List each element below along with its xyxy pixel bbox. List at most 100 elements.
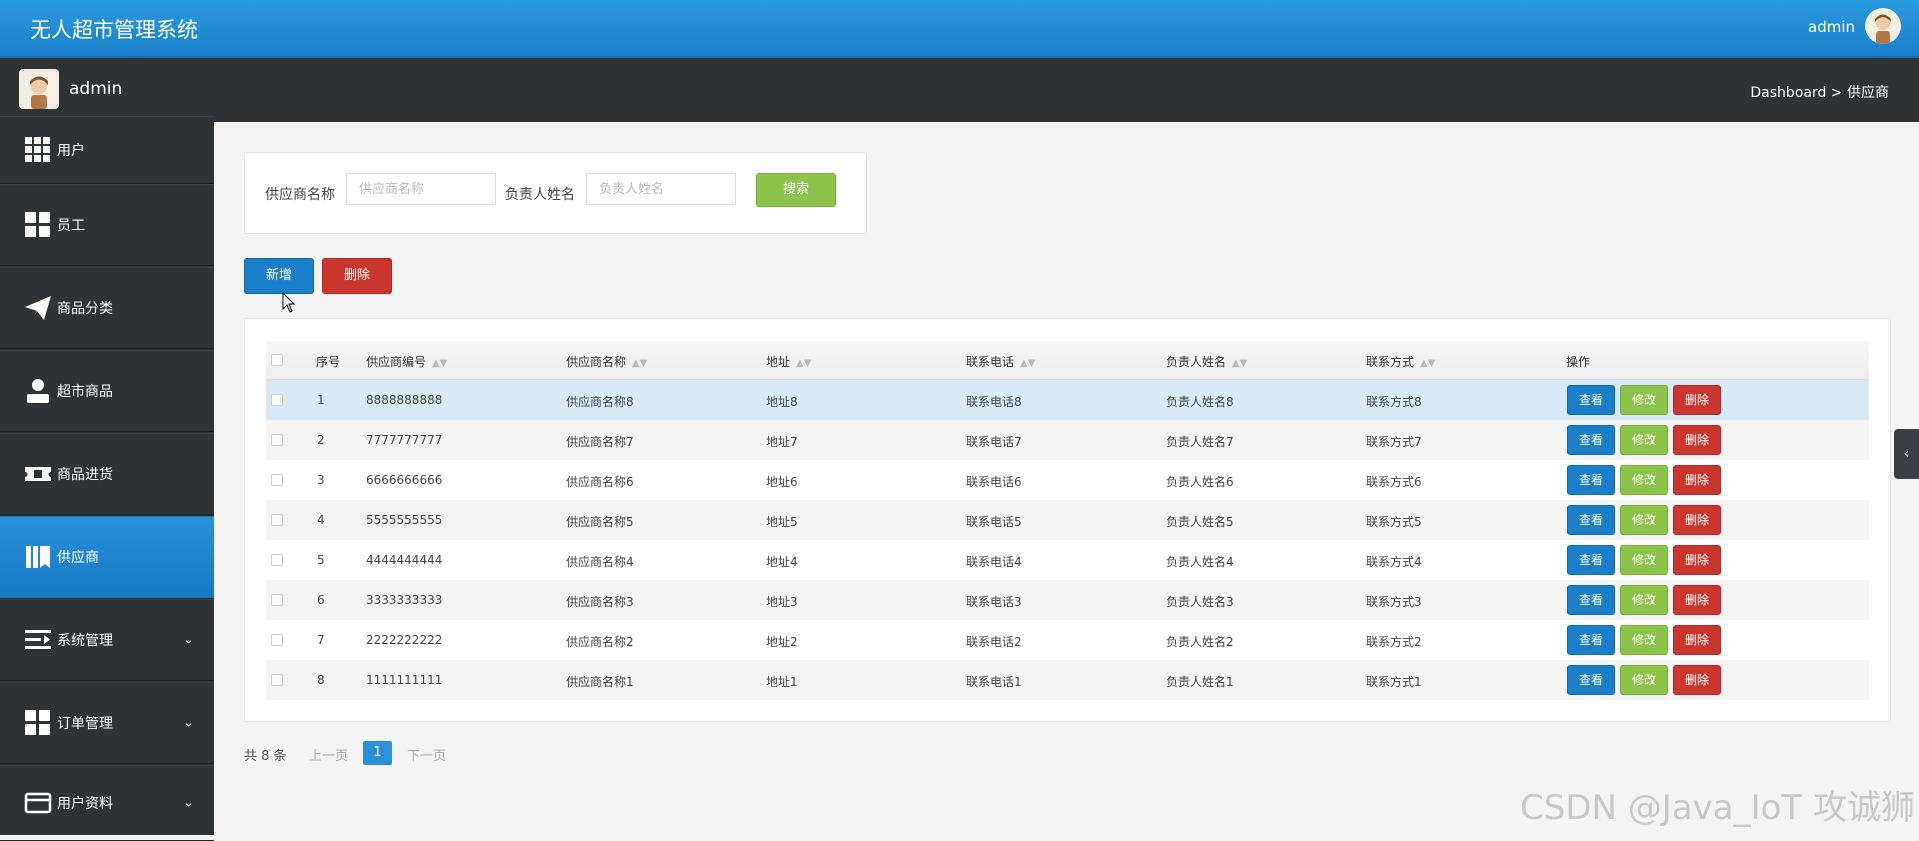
edit-button[interactable]: 修改 [1620, 545, 1668, 575]
view-button[interactable]: 查看 [1567, 465, 1615, 495]
sidebar-item-staff[interactable]: 员工 [0, 184, 214, 266]
add-button[interactable]: 新增 [244, 258, 314, 294]
sidebar-item-label: 员工 [57, 218, 85, 234]
cell-name: 供应商名称7 [566, 435, 634, 449]
sidebar-item-system[interactable]: 系统管理 ⌄ [0, 599, 214, 681]
cell-no: 4 [317, 513, 325, 527]
row-checkbox[interactable] [271, 434, 283, 446]
col-header-sortable[interactable]: 负责人姓名 ▲▼ [1166, 353, 1247, 370]
delete-row-button[interactable]: 删除 [1673, 505, 1721, 535]
view-button[interactable]: 查看 [1567, 425, 1615, 455]
cell-contact: 联系方式8 [1366, 395, 1422, 409]
table-row[interactable]: 6 3333333333 供应商名称3 地址3 联系电话3 负责人姓名3 联系方… [266, 580, 1869, 620]
sidebar-item-label: 超市商品 [57, 384, 113, 400]
col-header-sortable[interactable]: 联系电话 ▲▼ [966, 353, 1035, 370]
col-header-label: 供应商名称 [566, 355, 627, 369]
view-button[interactable]: 查看 [1567, 385, 1615, 415]
table-row[interactable]: 7 2222222222 供应商名称2 地址2 联系电话2 负责人姓名2 联系方… [266, 620, 1869, 660]
select-all-checkbox[interactable] [271, 354, 283, 366]
row-checkbox[interactable] [271, 514, 283, 526]
table-row[interactable]: 2 7777777777 供应商名称7 地址7 联系电话7 负责人姓名7 联系方… [266, 420, 1869, 460]
table-row[interactable]: 5 4444444444 供应商名称4 地址4 联系电话4 负责人姓名4 联系方… [266, 540, 1869, 580]
edit-button[interactable]: 修改 [1620, 385, 1668, 415]
delete-row-button[interactable]: 删除 [1673, 425, 1721, 455]
row-checkbox[interactable] [271, 474, 283, 486]
delete-row-button[interactable]: 删除 [1673, 625, 1721, 655]
cell-contact: 联系方式4 [1366, 555, 1422, 569]
cell-no: 5 [317, 553, 325, 567]
cell-code: 6666666666 [366, 473, 443, 487]
page-number-current[interactable]: 1 [363, 741, 392, 765]
table-row[interactable]: 4 5555555555 供应商名称5 地址5 联系电话5 负责人姓名5 联系方… [266, 500, 1869, 540]
search-button[interactable]: 搜索 [756, 173, 836, 207]
view-button[interactable]: 查看 [1567, 585, 1615, 615]
edit-button[interactable]: 修改 [1620, 665, 1668, 695]
cell-person: 负责人姓名1 [1166, 675, 1234, 689]
breadcrumb[interactable]: Dashboard > 供应商 [1750, 82, 1889, 102]
table-row[interactable]: 1 8888888888 供应商名称8 地址8 联系电话8 负责人姓名8 联系方… [266, 380, 1869, 420]
delete-row-button[interactable]: 删除 [1673, 465, 1721, 495]
delete-button[interactable]: 删除 [322, 258, 392, 294]
collapse-panel-tab[interactable]: ‹ [1894, 429, 1919, 479]
row-checkbox[interactable] [271, 554, 283, 566]
paper-plane-icon [25, 296, 51, 320]
view-button[interactable]: 查看 [1567, 665, 1615, 695]
cell-phone: 联系电话2 [966, 635, 1022, 649]
edit-button[interactable]: 修改 [1620, 625, 1668, 655]
row-checkbox[interactable] [271, 394, 283, 406]
col-header: 序号 [316, 355, 341, 369]
edit-button[interactable]: 修改 [1620, 425, 1668, 455]
cell-contact: 联系方式7 [1366, 435, 1422, 449]
supplier-name-input[interactable] [346, 173, 496, 205]
sidebar-item-users[interactable]: 用户 [0, 116, 214, 184]
edit-button[interactable]: 修改 [1620, 465, 1668, 495]
sidebar-item-label: 订单管理 [57, 716, 113, 732]
cell-phone: 联系电话5 [966, 515, 1022, 529]
col-header-label: 联系电话 [966, 355, 1015, 369]
sidebar-item-products[interactable]: 超市商品 [0, 350, 214, 432]
delete-row-button[interactable]: 删除 [1673, 545, 1721, 575]
sidebar-item-supplier[interactable]: 供应商 [0, 516, 214, 598]
cell-contact: 联系方式3 [1366, 595, 1422, 609]
sidebar-item-user-profile[interactable]: 用户资料 ⌄ [0, 765, 214, 841]
col-header-sortable[interactable]: 联系方式 ▲▼ [1366, 353, 1435, 370]
next-page-link[interactable]: 下一页 [407, 745, 446, 764]
table-row[interactable]: 3 6666666666 供应商名称6 地址6 联系电话6 负责人姓名6 联系方… [266, 460, 1869, 500]
sidebar-item-purchase[interactable]: 商品进货 [0, 433, 214, 515]
prev-page-link[interactable]: 上一页 [309, 745, 348, 764]
view-button[interactable]: 查看 [1567, 545, 1615, 575]
row-checkbox[interactable] [271, 594, 283, 606]
sort-icon: ▲▼ [632, 358, 648, 369]
edit-button[interactable]: 修改 [1620, 585, 1668, 615]
sidebar-item-label: 商品分类 [57, 301, 113, 317]
avatar[interactable] [1865, 8, 1901, 44]
top-username[interactable]: admin [1808, 18, 1855, 36]
col-header-sortable[interactable]: 供应商编号 ▲▼ [366, 353, 447, 370]
supplier-name-label: 供应商名称 [265, 187, 335, 203]
edit-button[interactable]: 修改 [1620, 505, 1668, 535]
col-header-sortable[interactable]: 供应商名称 ▲▼ [566, 353, 647, 370]
dashboard-icon [25, 212, 50, 237]
row-checkbox[interactable] [271, 674, 283, 686]
row-checkbox[interactable] [271, 634, 283, 646]
sidebar-item-label: 商品进货 [57, 467, 113, 483]
delete-row-button[interactable]: 删除 [1673, 585, 1721, 615]
sidebar-item-product-category[interactable]: 商品分类 [0, 267, 214, 349]
cell-contact: 联系方式1 [1366, 675, 1422, 689]
cell-no: 6 [317, 593, 325, 607]
cell-person: 负责人姓名5 [1166, 515, 1234, 529]
sidebar-item-orders[interactable]: 订单管理 ⌄ [0, 682, 214, 764]
cell-name: 供应商名称4 [566, 555, 634, 569]
contact-person-input[interactable] [586, 173, 736, 205]
sort-icon: ▲▼ [1420, 358, 1436, 369]
delete-row-button[interactable]: 删除 [1673, 665, 1721, 695]
sidebar: 用户 员工 商品分类 超市商品 商品进货 供应商 系统管理 ⌄ 订单管理 ⌄ 用… [0, 116, 214, 841]
table-row[interactable]: 8 1111111111 供应商名称1 地址1 联系电话1 负责人姓名1 联系方… [266, 660, 1869, 700]
cell-person: 负责人姓名4 [1166, 555, 1234, 569]
col-header-sortable[interactable]: 地址 ▲▼ [766, 353, 811, 370]
view-button[interactable]: 查看 [1567, 505, 1615, 535]
cell-address: 地址2 [766, 635, 798, 649]
view-button[interactable]: 查看 [1567, 625, 1615, 655]
dashboard-icon [25, 710, 50, 735]
delete-row-button[interactable]: 删除 [1673, 385, 1721, 415]
